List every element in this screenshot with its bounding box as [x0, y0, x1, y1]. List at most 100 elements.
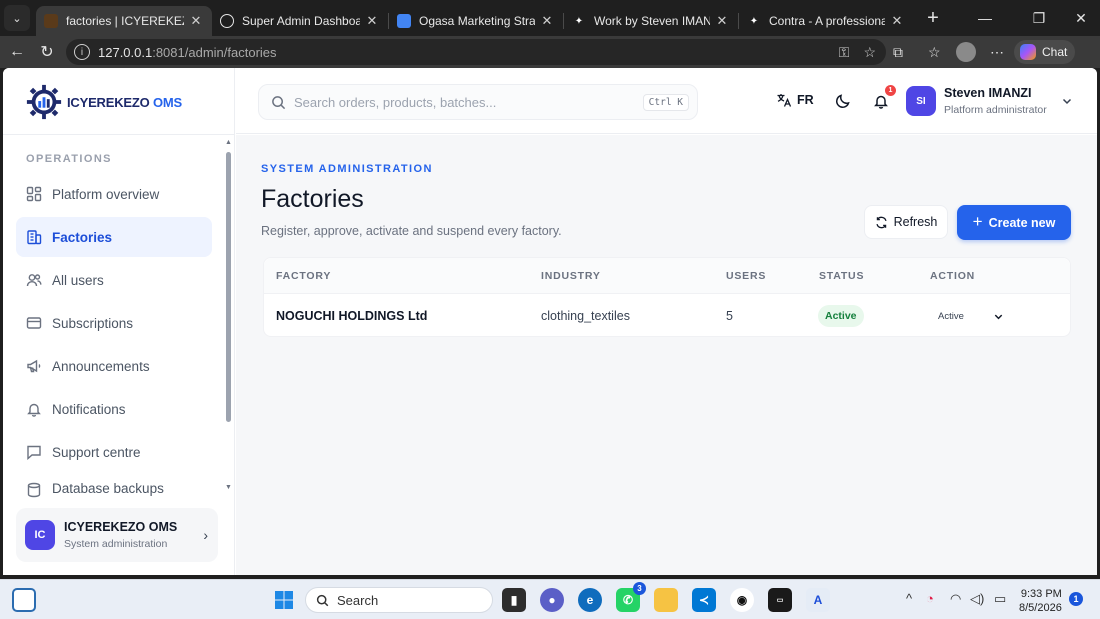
url-host: 127.0.0.1 — [98, 44, 153, 60]
whatsapp-badge: 3 — [633, 582, 646, 595]
close-tab-icon[interactable]: ✕ — [714, 13, 730, 29]
credit-card-icon — [25, 314, 43, 332]
translate-icon — [777, 94, 792, 107]
sidebar-item-notifications[interactable]: Notifications — [16, 389, 212, 429]
language-label: FR — [797, 93, 814, 107]
moon-icon — [836, 94, 850, 108]
system-clock[interactable]: 9:33 PM 8/5/2026 — [1019, 587, 1062, 615]
wifi-icon[interactable]: ◠ — [950, 591, 961, 607]
notification-badge: 1 — [885, 85, 896, 96]
factory-name[interactable]: NOGUCHI HOLDINGS Ltd — [276, 309, 427, 323]
chevron-down-icon — [1062, 98, 1071, 105]
browser-tab[interactable]: ✦ Contra - A professional netw ✕ — [739, 6, 913, 36]
close-tab-icon[interactable]: ✕ — [188, 13, 204, 29]
sidebar-item-support-centre[interactable]: Support centre — [16, 432, 212, 472]
new-tab-icon[interactable]: + — [921, 7, 945, 30]
widgets-icon[interactable] — [12, 588, 36, 612]
top-bar: Search orders, products, batches... Ctrl… — [236, 68, 1097, 134]
github-desktop-icon[interactable]: ◉ — [730, 588, 754, 612]
language-switcher[interactable]: FR — [776, 92, 814, 108]
windows-start-icon[interactable] — [272, 588, 296, 612]
sidebar-scroll-thumb[interactable] — [226, 152, 231, 422]
extensions-icon[interactable]: ⧉ — [893, 36, 903, 68]
tray-app-icon[interactable]: ◔ — [926, 591, 934, 606]
close-tab-icon[interactable]: ✕ — [364, 13, 380, 29]
sidebar-item-all-users[interactable]: All users — [16, 260, 212, 300]
site-info-icon[interactable]: i — [74, 44, 90, 60]
sidebar-item-factories[interactable]: Factories — [16, 217, 212, 257]
page-title: Factories — [261, 185, 364, 213]
file-explorer-icon[interactable] — [654, 588, 678, 612]
profile-avatar[interactable] — [956, 36, 976, 68]
sidebar-item-label: Notifications — [52, 401, 126, 417]
sidebar-item-subscriptions[interactable]: Subscriptions — [16, 303, 212, 343]
create-new-label: Create new — [988, 215, 1056, 230]
copilot-icon — [1020, 44, 1036, 60]
theme-toggle-button[interactable] — [832, 90, 854, 112]
chat-label: Chat — [1042, 45, 1068, 59]
sidebar-item-database-backups[interactable]: Database backups — [16, 475, 212, 501]
taskbar-search[interactable]: Search — [305, 587, 493, 613]
sidebar: ICYEREKEZO OMS OPERATIONS Platform overv… — [3, 68, 235, 575]
search-input[interactable]: Search orders, products, batches... Ctrl… — [258, 84, 698, 120]
taskbar-search-label: Search — [337, 592, 379, 608]
sidebar-item-label: Support centre — [52, 444, 141, 460]
restore-icon[interactable]: ❐ — [1016, 0, 1062, 36]
volume-icon[interactable]: ◁) — [970, 591, 984, 607]
create-new-button[interactable]: + Create new — [957, 205, 1071, 240]
factories-table: FACTORY INDUSTRY USERS STATUS ACTION NOG… — [263, 257, 1071, 337]
column-header: ACTION — [930, 270, 976, 282]
action-select-value: Active — [938, 310, 964, 322]
copilot-chat-button[interactable]: Chat — [1014, 40, 1076, 64]
chat-icon — [25, 443, 43, 461]
sidebar-nav: Platform overview Factories All users Su… — [16, 174, 212, 504]
status-badge: Active — [818, 305, 864, 327]
sidebar-item-label: Database backups — [52, 481, 164, 496]
scroll-down-icon[interactable]: ▼ — [225, 484, 232, 491]
factory-users-count: 5 — [726, 309, 733, 323]
minimize-icon[interactable]: — — [962, 0, 1008, 36]
notifications-button[interactable]: 1 — [870, 85, 896, 112]
key-icon[interactable]: ⚿ — [839, 44, 850, 61]
close-window-icon[interactable]: ✕ — [1058, 0, 1100, 36]
url-field[interactable]: i 127.0.0.1:8081/admin/factories ⚿ ☆ — [66, 39, 886, 65]
browser-tab-active[interactable]: factories | ICYEREKEZO OMS ✕ — [36, 6, 212, 36]
vscode-app-icon[interactable]: ≺ — [692, 588, 716, 612]
chevron-right-icon: › — [203, 527, 208, 543]
whatsapp-app-icon[interactable]: ✆ 3 — [616, 582, 646, 612]
close-tab-icon[interactable]: ✕ — [889, 13, 905, 29]
tab-actions-menu[interactable]: ⌄ — [4, 5, 30, 31]
app-icon[interactable]: A — [806, 588, 830, 612]
app-icon[interactable]: ▭ — [768, 588, 792, 612]
close-tab-icon[interactable]: ✕ — [539, 13, 555, 29]
scroll-up-icon[interactable]: ▲ — [225, 139, 232, 146]
chevron-down-icon — [994, 314, 1003, 319]
org-subtitle: System administration — [64, 538, 168, 550]
organization-switcher[interactable]: IC ICYEREKEZO OMS System administration … — [16, 508, 218, 562]
chevron-up-icon[interactable]: ^ — [906, 591, 912, 606]
sidebar-item-platform-overview[interactable]: Platform overview — [16, 174, 212, 214]
page-subtitle: Register, approve, activate and suspend … — [261, 224, 562, 238]
edge-app-icon[interactable]: e — [578, 588, 602, 612]
browser-tab[interactable]: Super Admin Dashboard - L ✕ — [212, 6, 388, 36]
column-header: STATUS — [819, 270, 865, 282]
favorites-icon[interactable]: ☆ — [928, 36, 941, 68]
avatar: SI — [906, 86, 936, 116]
user-menu[interactable]: SI Steven IMANZI Platform administrator — [906, 86, 1073, 116]
reload-icon[interactable]: ↻ — [32, 37, 62, 67]
browser-tab[interactable]: ✦ Work by Steven IMANZI ✕ — [564, 6, 738, 36]
refresh-button[interactable]: Refresh — [864, 205, 948, 239]
teams-app-icon[interactable]: ● — [540, 588, 564, 612]
sidebar-item-announcements[interactable]: Announcements — [16, 346, 212, 386]
terminal-app-icon[interactable]: ▮ — [502, 588, 526, 612]
more-menu-icon[interactable]: ⋯ — [990, 36, 1004, 68]
action-select[interactable]: Active — [930, 304, 1004, 328]
back-arrow-icon[interactable]: ← — [2, 37, 32, 67]
notification-center-badge[interactable]: 1 — [1069, 592, 1083, 606]
star-icon[interactable]: ☆ — [863, 44, 876, 61]
browser-tab[interactable]: Ogasa Marketing Strategy P ✕ — [389, 6, 563, 36]
clock-date: 8/5/2026 — [1019, 602, 1062, 614]
browser-tab-bar: ⌄ factories | ICYEREKEZO OMS ✕ Super Adm… — [0, 0, 1100, 36]
brand-logo[interactable]: ICYEREKEZO OMS — [25, 82, 182, 122]
battery-icon[interactable]: ▭ — [994, 591, 1006, 607]
